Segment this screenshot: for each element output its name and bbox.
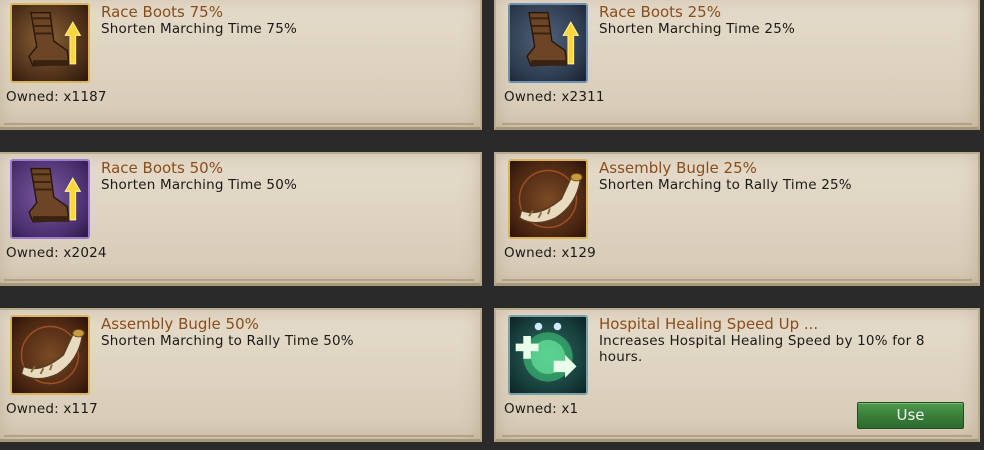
item-description: Shorten Marching Time 50% [101,177,298,193]
item-title: Race Boots 50% [101,159,223,177]
item-owned-count: Owned: x1 [504,401,579,417]
item-card[interactable]: Hospital Healing Speed Up ... Increases … [494,308,980,442]
item-owned-count: Owned: x117 [6,401,98,417]
item-description: Shorten Marching to Rally Time 25% [599,177,852,193]
item-description: Shorten Marching Time 75% [101,21,298,37]
item-title: Race Boots 75% [101,3,223,21]
item-owned-count: Owned: x1187 [6,89,107,105]
assembly-bugle-icon [508,159,588,239]
item-card[interactable]: Race Boots 75% Shorten Marching Time 75%… [0,0,482,130]
item-description: Shorten Marching to Rally Time 50% [101,333,354,349]
race-boots-icon [508,3,588,83]
item-owned-count: Owned: x2311 [504,89,605,105]
item-description: Shorten Marching Time 25% [599,21,796,37]
use-button[interactable]: Use [857,402,964,429]
item-card[interactable]: Assembly Bugle 25% Shorten Marching to R… [494,152,980,286]
item-title: Assembly Bugle 50% [101,315,259,333]
hospital-healing-icon [508,315,588,395]
item-card[interactable]: Race Boots 25% Shorten Marching Time 25%… [494,0,980,130]
item-title: Assembly Bugle 25% [599,159,757,177]
race-boots-icon [10,3,90,83]
item-card[interactable]: Assembly Bugle 50% Shorten Marching to R… [0,308,482,442]
race-boots-icon [10,159,90,239]
item-card[interactable]: Race Boots 50% Shorten Marching Time 50%… [0,152,482,286]
item-owned-count: Owned: x129 [504,245,596,261]
item-title: Hospital Healing Speed Up ... [599,315,819,333]
item-description: Increases Hospital Healing Speed by 10% … [599,333,925,365]
item-owned-count: Owned: x2024 [6,245,107,261]
assembly-bugle-icon [10,315,90,395]
item-title: Race Boots 25% [599,3,721,21]
